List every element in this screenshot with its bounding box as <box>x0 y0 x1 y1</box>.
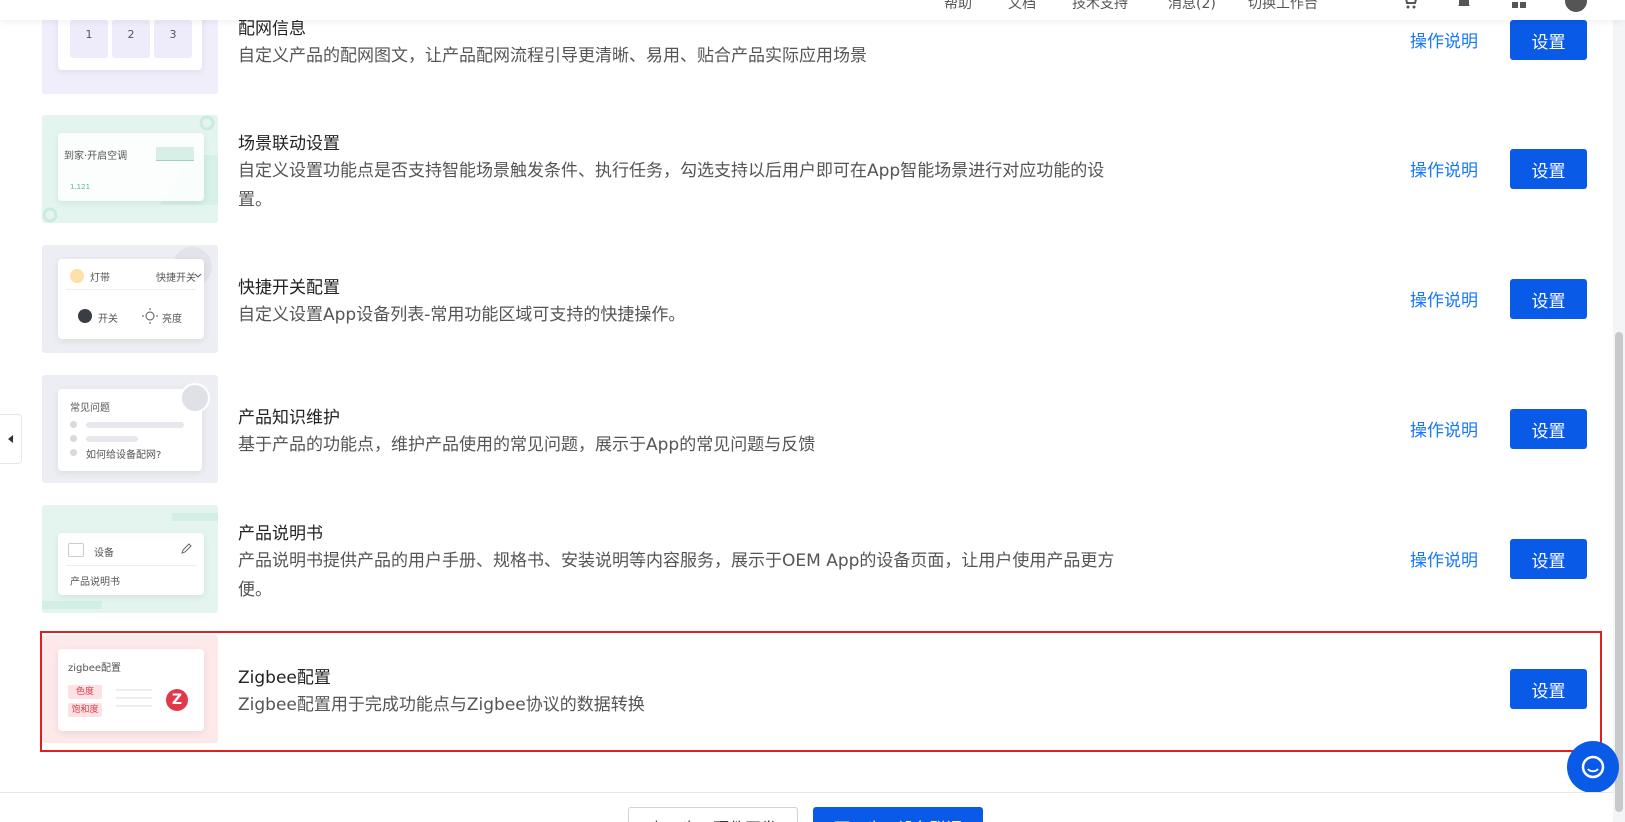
feature-title: 产品说明书 <box>238 524 323 544</box>
scene-ac-icon <box>156 147 194 161</box>
instructions-link[interactable]: 操作说明 <box>1410 416 1478 441</box>
dropdown-label: 快捷开关 <box>156 273 196 284</box>
thumb-card: 设备 产品说明书 <box>58 533 204 595</box>
faq-heading: 常见问题 <box>70 403 110 414</box>
instructions-link[interactable]: 操作说明 <box>1410 546 1478 571</box>
settings-button[interactable]: 设置 <box>1510 409 1587 449</box>
brightness-label: 亮度 <box>162 314 182 325</box>
device-name: 灯带 <box>90 273 110 284</box>
scene-label: 到家·开启空调 <box>64 151 128 162</box>
feature-row-manual: 设备 产品说明书 产品说明书 产品说明书提供产品的用户手册、规格书、安装说明等内… <box>0 505 1600 635</box>
switch-label: 开关 <box>98 314 118 325</box>
step-box: 2 <box>112 20 150 58</box>
thumb-scene-linkage: 到家·开启空调 1.121 <box>42 115 218 223</box>
brightness-icon <box>142 308 158 324</box>
feature-title: 快捷开关配置 <box>238 278 340 298</box>
caret-left-icon <box>7 435 13 443</box>
instructions-link[interactable]: 操作说明 <box>1410 27 1478 52</box>
divider <box>66 565 196 566</box>
scrollbar-thumb[interactable] <box>1615 332 1623 812</box>
settings-button[interactable]: 设置 <box>1510 20 1587 60</box>
highlight-box <box>40 631 1602 752</box>
feature-description: 自定义设置App设备列表-常用功能区域可支持的快捷操作。 <box>238 305 686 325</box>
thumb-manual: 设备 产品说明书 <box>42 505 218 613</box>
bullet <box>70 435 77 442</box>
feature-description: 产品说明书提供产品的用户手册、规格书、安装说明等内容服务，展示于OEM App的… <box>238 551 1115 600</box>
chevron-down-icon <box>194 273 202 278</box>
user-avatar[interactable] <box>1565 0 1587 12</box>
bell-icon[interactable] <box>1455 0 1473 10</box>
bullet <box>70 449 77 456</box>
scene-sub: 1.121 <box>70 183 91 191</box>
cart-icon[interactable] <box>1400 0 1418 10</box>
device-label: 设备 <box>94 548 114 559</box>
prev-step-button[interactable]: 上一步：硬件开发 <box>628 807 798 822</box>
bulb-icon <box>70 269 84 283</box>
instructions-link[interactable]: 操作说明 <box>1410 286 1478 311</box>
placeholder-bar <box>86 436 138 442</box>
faq-question: 如何给设备配网? <box>86 450 162 461</box>
placeholder-bar <box>86 422 184 428</box>
chat-icon <box>1581 755 1605 779</box>
thumb-card: 灯带 快捷开关 开关 亮度 <box>58 259 204 339</box>
nav-switch-workspace[interactable]: 切换工作台 <box>1248 0 1318 13</box>
edit-icon <box>181 543 192 554</box>
feature-row-quick-switch: 灯带 快捷开关 开关 亮度 快捷开关配置 自定义设置App设备列表-常用功能区域… <box>0 245 1600 375</box>
top-header: 帮助 文档 技术支持 消息(2) 切换工作台 <box>0 0 1625 20</box>
manual-label: 产品说明书 <box>70 577 120 588</box>
step-box: 1 <box>70 20 108 58</box>
settings-button[interactable]: 设置 <box>1510 539 1587 579</box>
device-icon <box>68 543 84 557</box>
nav-support[interactable]: 技术支持 <box>1072 0 1128 13</box>
thumb-quick-switch: 灯带 快捷开关 开关 亮度 <box>42 245 218 353</box>
divider <box>66 289 196 290</box>
feature-description: 自定义产品的配网图文，让产品配网流程引导更清晰、易用、贴合产品实际应用场景 <box>238 46 867 66</box>
settings-button[interactable]: 设置 <box>1510 279 1587 319</box>
bottom-action-bar <box>0 792 1613 822</box>
feature-description: 基于产品的功能点，维护产品使用的常见问题，展示于App的常见问题与反馈 <box>238 435 816 455</box>
next-step-button[interactable]: 下一步：设备联调 <box>813 807 983 822</box>
nav-messages[interactable]: 消息(2) <box>1168 0 1216 13</box>
settings-button[interactable]: 设置 <box>1510 149 1587 189</box>
page: 帮助 文档 技术支持 消息(2) 切换工作台 1 2 3 配网信息 自定义产品的… <box>0 0 1625 822</box>
nav-help[interactable]: 帮助 <box>944 0 972 13</box>
feature-row-scene-linkage: 到家·开启空调 1.121 场景联动设置 自定义设置功能点是否支持智能场景触发条… <box>0 115 1600 245</box>
feature-description: 自定义设置功能点是否支持智能场景触发条件、执行任务，勾选支持以后用户即可在App… <box>238 161 1105 210</box>
chat-support-button[interactable] <box>1567 741 1619 793</box>
nav-docs[interactable]: 文档 <box>1008 0 1036 13</box>
apps-grid-icon[interactable] <box>1510 0 1528 10</box>
instructions-link[interactable]: 操作说明 <box>1410 156 1478 181</box>
thumb-card: 到家·开启空调 1.121 <box>58 133 204 201</box>
step-box: 3 <box>154 20 192 58</box>
power-icon <box>78 309 92 323</box>
feature-row-knowledge: 常见问题 如何给设备配网? 产品知识维护 基于产品的功能点，维护产品使用的常见问… <box>0 375 1600 505</box>
feature-title: 场景联动设置 <box>238 134 340 154</box>
feature-title: 产品知识维护 <box>238 408 340 428</box>
avatar-icon <box>180 383 210 413</box>
sidebar-collapse-toggle[interactable] <box>0 414 22 464</box>
thumb-knowledge: 常见问题 如何给设备配网? <box>42 375 218 483</box>
bullet <box>70 421 77 428</box>
